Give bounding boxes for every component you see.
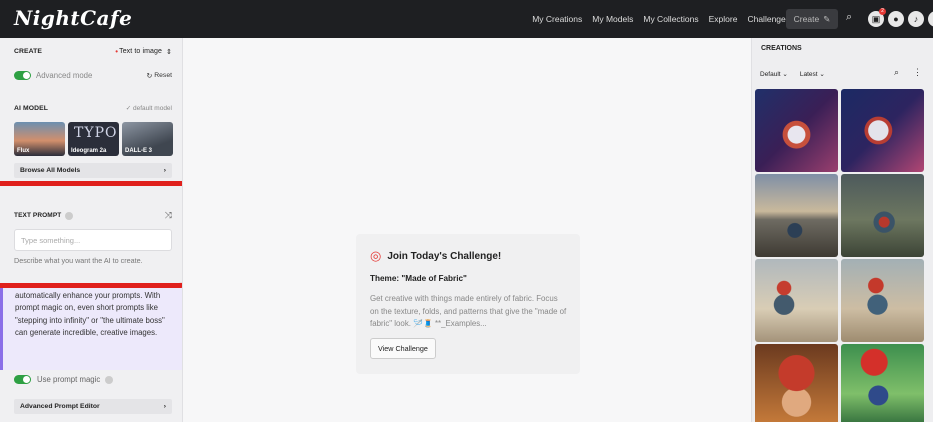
reset-icon: ↻: [146, 72, 153, 80]
create-label: CREATE: [14, 48, 43, 55]
search-icon[interactable]: ⌕: [894, 67, 899, 78]
latest-filter[interactable]: Latest ⌄: [800, 70, 825, 78]
creation-thumbnail[interactable]: [755, 259, 838, 342]
prompt-magic-toggle[interactable]: [14, 375, 31, 384]
prompt-magic-label: Use prompt magic: [37, 375, 101, 384]
model-art-text: TYPO: [74, 125, 118, 141]
nav-my-creations[interactable]: My Creations: [532, 14, 582, 24]
model-name: Flux: [17, 148, 30, 154]
model-list: Flux TYPO Ideogram 2a DALL-E 3: [14, 122, 173, 156]
target-icon: ◎: [370, 248, 382, 263]
challenge-card: ◎ Join Today's Challenge! Theme: "Made o…: [356, 234, 580, 374]
create-header: CREATE • Text to image ⇕: [14, 47, 172, 56]
help-icon[interactable]: [65, 211, 74, 220]
challenge-header: ◎ Join Today's Challenge!: [370, 248, 566, 264]
updown-icon: ⇕: [166, 48, 172, 56]
prompt-magic-row: Use prompt magic: [14, 375, 172, 384]
model-name: Ideogram 2a: [71, 148, 107, 154]
create-label: Create: [793, 14, 820, 24]
ai-model-header: AI MODEL ✓ default model: [14, 104, 172, 113]
pencil-icon: ✎: [823, 13, 831, 24]
reset-label: Reset: [154, 71, 172, 79]
advanced-mode-label: Advanced mode: [36, 71, 93, 80]
browse-models-label: Browse All Models: [20, 167, 81, 174]
creation-thumbnail[interactable]: [841, 174, 924, 257]
notification-badge: 2: [879, 8, 886, 15]
check-icon: ✓: [125, 105, 133, 112]
default-filter[interactable]: Default ⌄: [760, 70, 788, 78]
nav-explore[interactable]: Explore: [709, 14, 738, 24]
model-flux[interactable]: Flux: [14, 122, 65, 156]
reset-button[interactable]: ↻ Reset: [147, 72, 172, 80]
creation-thumbnail[interactable]: [755, 174, 838, 257]
creations-panel: CREATIONS Default ⌄ Latest ⌄ ⌕ ⋮: [751, 38, 933, 422]
chevron-down-icon: ⌄: [782, 71, 788, 78]
advanced-prompt-editor-button[interactable]: Advanced Prompt Editor ›: [14, 399, 172, 414]
default-filter-label: Default: [760, 71, 781, 78]
view-challenge-button[interactable]: View Challenge: [370, 337, 436, 359]
challenge-description: Get creative with things made entirely o…: [370, 294, 567, 328]
creation-thumbnail[interactable]: [841, 259, 924, 342]
bell-icon[interactable]: ♪: [908, 11, 924, 27]
model-ideogram[interactable]: TYPO Ideogram 2a: [68, 122, 119, 156]
mode-select-value: Text to image: [119, 48, 163, 55]
prompt-help-text: Describe what you want the AI to create.: [14, 256, 143, 265]
nav-my-models[interactable]: My Models: [592, 14, 633, 24]
challenge-title: Join Today's Challenge!: [387, 250, 502, 262]
avatar[interactable]: [928, 11, 933, 27]
model-name: DALL-E 3: [125, 148, 152, 154]
creation-thumbnail[interactable]: [755, 344, 838, 422]
model-dalle[interactable]: DALL-E 3: [122, 122, 173, 156]
chevron-right-icon: ›: [163, 403, 166, 410]
create-panel: CREATE • Text to image ⇕ Advanced mode ↻…: [0, 38, 183, 422]
text-prompt-header: TEXT PROMPT ⤨: [14, 210, 172, 221]
creations-filters: Default ⌄ Latest ⌄: [760, 70, 825, 78]
creations-title: CREATIONS: [761, 45, 802, 52]
ai-model-label: AI MODEL: [14, 104, 49, 112]
chat-icon[interactable]: ●: [888, 11, 904, 27]
advanced-prompt-editor-label: Advanced Prompt Editor: [20, 403, 100, 410]
dot-icon: •: [115, 47, 119, 56]
nav-challenges[interactable]: Challenges: [747, 14, 790, 24]
creation-thumbnail[interactable]: [841, 89, 924, 172]
chevron-down-icon: ⌄: [819, 71, 825, 78]
default-model-note: ✓ default model: [126, 104, 172, 112]
main-nav: My Creations My Models My Collections Ex…: [522, 0, 790, 38]
image-notify-icon[interactable]: ▣ 2: [868, 8, 886, 27]
default-model-label: default model: [132, 105, 172, 112]
creations-grid: [755, 89, 924, 422]
search-icon[interactable]: ⌕: [846, 11, 852, 24]
advanced-mode-row: Advanced mode ↻ Reset: [14, 71, 172, 80]
advanced-mode-toggle[interactable]: [14, 71, 31, 80]
create-button[interactable]: Create ✎: [786, 9, 838, 29]
nightcafe-logo[interactable]: NightCafe: [14, 6, 132, 30]
mode-select[interactable]: • Text to image ⇕: [115, 47, 172, 56]
text-prompt-label: TEXT PROMPT: [14, 212, 62, 219]
nav-my-collections[interactable]: My Collections: [643, 14, 698, 24]
shuffle-icon[interactable]: ⤨: [165, 210, 172, 221]
browse-models-button[interactable]: Browse All Models ›: [14, 163, 172, 178]
prompt-magic-info: automatically enhance your prompts. With…: [0, 286, 182, 370]
creation-thumbnail[interactable]: [755, 89, 838, 172]
challenge-theme: Theme: "Made of Fabric": [370, 274, 467, 283]
chevron-right-icon: ›: [163, 167, 166, 174]
more-icon[interactable]: ⋮: [913, 67, 922, 78]
latest-filter-label: Latest: [799, 71, 818, 78]
prompt-input[interactable]: Type something...: [14, 229, 172, 251]
creation-thumbnail[interactable]: [841, 344, 924, 422]
top-navbar: NightCafe My Creations My Models My Coll…: [0, 0, 933, 38]
help-icon[interactable]: [105, 375, 114, 384]
